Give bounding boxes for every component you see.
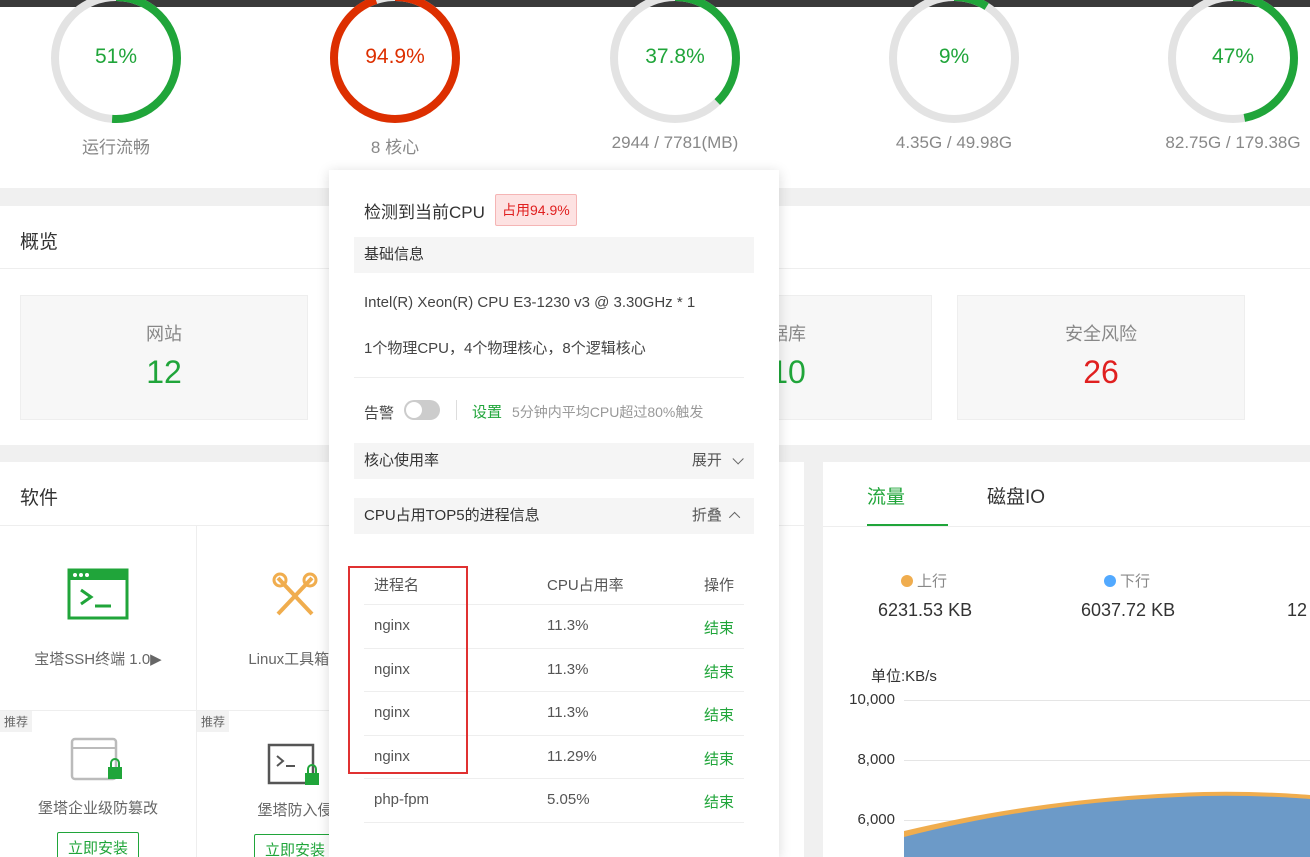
top5-process-header[interactable]: CPU占用TOP5的进程信息 折叠 [354, 498, 754, 534]
chevron-up-icon [728, 511, 741, 524]
legend-download: 下行 [1104, 570, 1150, 591]
card-label: 安全风险 [1065, 324, 1137, 344]
cpu-usage-badge: 占用94.9% [495, 194, 577, 226]
process-cpu: 11.29% [547, 747, 597, 765]
overview-card-security-risk[interactable]: 安全风险 26 [957, 295, 1245, 420]
gauge-cpu[interactable]: 94.9% 8 核心 [295, 0, 495, 177]
software-item-ssh-terminal[interactable]: 宝塔SSH终端 1.0▶ [0, 526, 197, 710]
table-row: php-fpm 5.05% 结束 [364, 779, 744, 823]
gauge-subtitle: 运行流畅 [82, 138, 150, 157]
card-value[interactable]: 12 [21, 354, 307, 391]
column-header: 操作 [704, 577, 735, 594]
process-cpu: 11.3% [547, 660, 589, 678]
end-process-button[interactable]: 结束 [704, 661, 734, 682]
terminal-lock-icon [267, 743, 319, 785]
download-dot-icon [1104, 575, 1116, 587]
traffic-panel: 流量 磁盘IO 上行 6231.53 KB 下行 6037.72 KB 12 单… [823, 462, 1310, 857]
separator [456, 400, 457, 420]
alert-label: 告警 [364, 405, 395, 422]
gauge-disk-2[interactable]: 47% 82.75G / 179.38G [1133, 0, 1310, 177]
recommended-item-name: 堡塔企业级防篡改 [37, 800, 158, 817]
status-gauges: 51% 运行流畅 94.9% 8 核心 37.8% 2944 / 7781(MB… [0, 0, 1310, 188]
alert-settings-link[interactable]: 设置 [472, 401, 502, 422]
basic-info-header: 基础信息 [354, 237, 754, 273]
gauge-percent: 94.9% [365, 45, 425, 68]
terminal-icon [67, 568, 129, 620]
gauge-percent: 51% [94, 45, 138, 68]
process-cpu: 11.3% [547, 617, 589, 634]
cpu-model: Intel(R) Xeon(R) CPU E3-1230 v3 @ 3.30GH… [364, 294, 696, 311]
total-value: 12 [1287, 600, 1308, 620]
process-name: php-fpm [374, 791, 430, 809]
end-process-button[interactable]: 结束 [704, 791, 734, 812]
gauge-load[interactable]: 51% 运行流畅 [16, 0, 216, 177]
card-label: 网站 [146, 324, 182, 344]
chevron-down-icon [732, 453, 744, 465]
process-cpu: 11.3% [547, 704, 589, 722]
legend-upload: 上行 [901, 570, 947, 591]
window-lock-icon [70, 737, 122, 781]
software-item-name: 宝塔SSH终端 1.0▶ [34, 651, 162, 668]
collapse-toggle[interactable]: 折叠 [692, 498, 741, 534]
cpu-cores: 1个物理CPU，4个物理核心，8个逻辑核心 [364, 340, 646, 357]
overview-title: 概览 [20, 232, 59, 253]
gridline [904, 700, 1310, 701]
gauge-subtitle: 2944 / 7781(MB) [611, 133, 739, 152]
card-value[interactable]: 26 [958, 354, 1244, 391]
gauge-subtitle: 82.75G / 179.38G [1165, 133, 1301, 152]
gauge-disk-1[interactable]: 9% 4.35G / 49.98G [854, 0, 1054, 177]
divider [354, 377, 744, 378]
process-cpu: 5.05% [547, 791, 590, 809]
end-process-button[interactable]: 结束 [704, 704, 734, 725]
y-tick: 10,000 [849, 691, 895, 708]
chart-unit: 单位:KB/s [871, 668, 937, 685]
tab-disk-io[interactable]: 磁盘IO [987, 482, 1045, 509]
traffic-area-chart [904, 791, 1310, 857]
column-header: CPU占用率 [547, 577, 624, 594]
alert-toggle[interactable] [404, 400, 440, 420]
recommended-badge: 推荐 [0, 711, 33, 732]
download-value: 6037.72 KB [1081, 600, 1176, 620]
gridline [904, 760, 1310, 761]
recommended-item-anti-tamper[interactable]: 推荐 堡塔企业级防篡改 立即安装 [0, 710, 197, 857]
divider [823, 526, 1310, 527]
tab-traffic[interactable]: 流量 [867, 482, 905, 509]
upload-dot-icon [901, 575, 913, 587]
install-button[interactable]: 立即安装 [56, 832, 139, 857]
y-tick: 6,000 [857, 811, 895, 828]
alert-hint: 5分钟内平均CPU超过80%触发 [512, 404, 704, 420]
y-tick: 8,000 [857, 751, 895, 768]
install-button[interactable]: 立即安装 [253, 834, 336, 857]
software-title: 软件 [20, 488, 59, 509]
gauge-subtitle: 8 核心 [370, 138, 420, 157]
core-usage-header[interactable]: 核心使用率 展开 [354, 443, 754, 479]
gauge-memory[interactable]: 37.8% 2944 / 7781(MB) [575, 0, 775, 177]
tools-icon [272, 572, 318, 616]
end-process-button[interactable]: 结束 [704, 617, 734, 638]
overview-card-websites[interactable]: 网站 12 [20, 295, 308, 420]
highlight-box [348, 566, 468, 774]
toggle-knob [406, 402, 422, 418]
upload-value: 6231.53 KB [878, 600, 973, 620]
gauge-percent: 9% [938, 45, 970, 68]
gauge-percent: 47% [1211, 45, 1255, 68]
end-process-button[interactable]: 结束 [704, 748, 734, 769]
gauge-subtitle: 4.35G / 49.98G [895, 133, 1013, 152]
recommended-badge: 推荐 [197, 711, 230, 732]
cpu-detail-popup: 检测到当前CPU 占用94.9% 基础信息 Intel(R) Xeon(R) C… [329, 170, 779, 857]
gauge-percent: 37.8% [645, 45, 705, 68]
expand-toggle[interactable]: 展开 [692, 443, 744, 479]
popup-title: 检测到当前CPU [364, 203, 485, 222]
